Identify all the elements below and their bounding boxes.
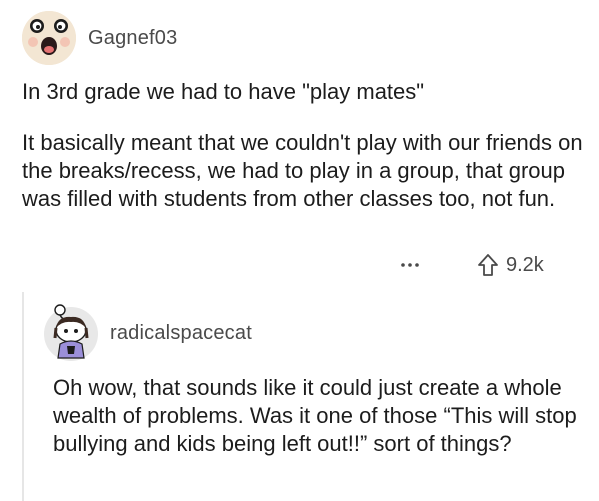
reply-user-avatar[interactable] — [42, 304, 100, 362]
comment-actions: 9.2k — [398, 252, 544, 278]
upvote-arrow-icon — [476, 252, 500, 278]
upvote-button[interactable]: 9.2k — [476, 252, 544, 278]
vote-score: 9.2k — [506, 254, 544, 276]
reply-username[interactable]: radicalspacecat — [110, 320, 252, 346]
comment-title: In 3rd grade we had to have "play mates" — [22, 79, 425, 104]
user-avatar[interactable] — [22, 11, 76, 65]
comment-username[interactable]: Gagnef03 — [88, 25, 177, 51]
comment-thread: Gagnef03 In 3rd grade we had to have "pl… — [0, 0, 599, 501]
comment-body: It basically meant that we couldn't play… — [22, 130, 583, 211]
reply-body: Oh wow, that sounds like it could just c… — [53, 375, 577, 456]
more-options-button[interactable] — [398, 252, 422, 278]
more-dots-icon — [401, 263, 419, 267]
snoo-character-icon — [44, 304, 98, 361]
surprised-face-icon — [22, 11, 76, 65]
thread-line[interactable] — [22, 292, 24, 501]
